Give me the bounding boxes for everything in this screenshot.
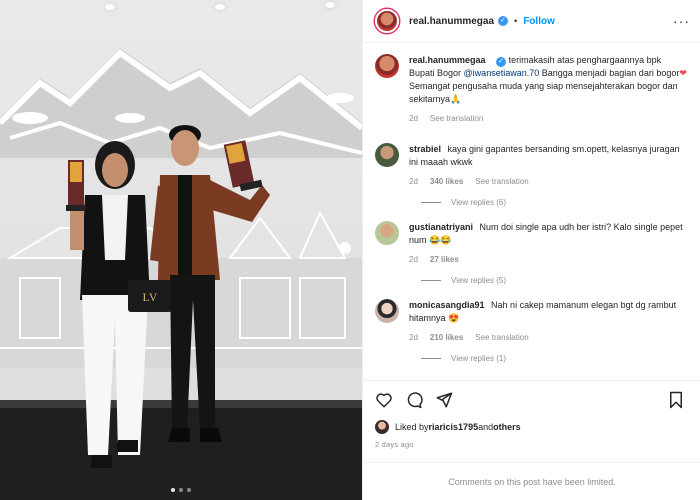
caption-verified-icon: ✓	[496, 57, 507, 67]
author-avatar[interactable]	[375, 9, 399, 33]
caption-username[interactable]: real.hanummegaa	[409, 55, 486, 65]
view-replies-label: View replies (6)	[451, 198, 506, 207]
comment-age: 2d	[409, 255, 418, 264]
likes-others[interactable]: others	[493, 422, 521, 432]
caption-avatar[interactable]	[375, 54, 399, 78]
post-side-panel: real.hanummegaa ✓ • Follow ··· real.hanu…	[362, 0, 700, 500]
post-date: 2 days ago	[375, 440, 414, 449]
comment-item: strabiel kaya gini gapantes bersanding s…	[375, 143, 689, 188]
view-replies-button[interactable]: View replies (1)	[421, 354, 689, 363]
caption-age: 2d	[409, 114, 418, 123]
woman-figure: LV	[66, 141, 172, 468]
liker-avatar[interactable]	[375, 420, 389, 434]
post-header: real.hanummegaa ✓ • Follow ···	[363, 0, 700, 43]
view-replies-button[interactable]: View replies (6)	[421, 198, 689, 207]
laugh-emoji: 😂😂	[429, 235, 452, 245]
caption-text-2: Bangga menjadi bagian dari bogor	[539, 68, 680, 78]
liker-username[interactable]: riaricis1795	[429, 422, 479, 432]
caption: real.hanummegaa ✓ terimakasih atas pengh…	[375, 54, 689, 125]
view-replies-button[interactable]: View replies (5)	[421, 276, 689, 285]
comment-item: monicasangdia91 Nah ni cakep mamanum ele…	[375, 299, 689, 344]
carousel-dot-2[interactable]	[179, 488, 183, 492]
share-icon[interactable]	[433, 389, 455, 411]
post-photo[interactable]: LV	[0, 0, 362, 500]
comments-limited-notice: Comments on this post have been limited.	[363, 462, 700, 500]
comment-username[interactable]: gustianatriyani	[409, 222, 473, 232]
likes-middle: and	[478, 422, 494, 432]
caption-see-translation[interactable]: See translation	[430, 112, 483, 125]
author-username[interactable]: real.hanummegaa	[409, 16, 494, 27]
commenter-avatar[interactable]	[375, 299, 399, 323]
svg-text:LV: LV	[143, 290, 158, 304]
pray-emoji: 🙏	[450, 94, 462, 104]
instagram-post: LV real.hanummegaa ✓ • Follow ··· real.h…	[0, 0, 700, 500]
comment-see-translation[interactable]: See translation	[475, 175, 528, 188]
comment-see-translation[interactable]: See translation	[475, 331, 528, 344]
comment-username[interactable]: monicasangdia91	[409, 300, 485, 310]
comments-list[interactable]: real.hanummegaa ✓ terimakasih atas pengh…	[363, 44, 700, 378]
view-replies-label: View replies (1)	[451, 354, 506, 363]
bookmark-icon[interactable]	[665, 389, 687, 411]
header-separator: •	[514, 16, 518, 26]
heart-icon[interactable]	[373, 389, 395, 411]
comment-icon[interactable]	[403, 389, 425, 411]
comment-age: 2d	[409, 333, 418, 342]
caption-mention[interactable]: @iwansetiawan.70	[464, 68, 540, 78]
comment-likes[interactable]: 210 likes	[430, 331, 463, 344]
likes-prefix: Liked by	[395, 422, 429, 432]
comment-item: gustianatriyani Num doi single apa udh b…	[375, 221, 689, 266]
commenter-avatar[interactable]	[375, 221, 399, 245]
more-options-icon[interactable]: ···	[673, 13, 690, 29]
comment-text: kaya gini gapantes bersanding sm.opett, …	[409, 144, 680, 167]
post-actions-bar	[363, 380, 700, 418]
carousel-dot-1[interactable]	[171, 488, 175, 492]
view-replies-label: View replies (5)	[451, 276, 506, 285]
people-figures: LV	[66, 125, 270, 468]
comment-username[interactable]: strabiel	[409, 144, 441, 154]
carousel-dot-3[interactable]	[187, 488, 191, 492]
comment-likes[interactable]: 340 likes	[430, 175, 463, 188]
carousel-dots[interactable]	[0, 488, 362, 492]
likes-summary: Liked by riaricis1795 and others	[375, 420, 521, 434]
follow-button[interactable]: Follow	[523, 16, 555, 27]
comment-age: 2d	[409, 177, 418, 186]
verified-badge-icon: ✓	[498, 16, 509, 26]
heart-emoji: ❤	[679, 68, 687, 78]
comment-likes[interactable]: 27 likes	[430, 253, 459, 266]
commenter-avatar[interactable]	[375, 143, 399, 167]
heart-eyes-emoji: 😍	[448, 313, 460, 323]
